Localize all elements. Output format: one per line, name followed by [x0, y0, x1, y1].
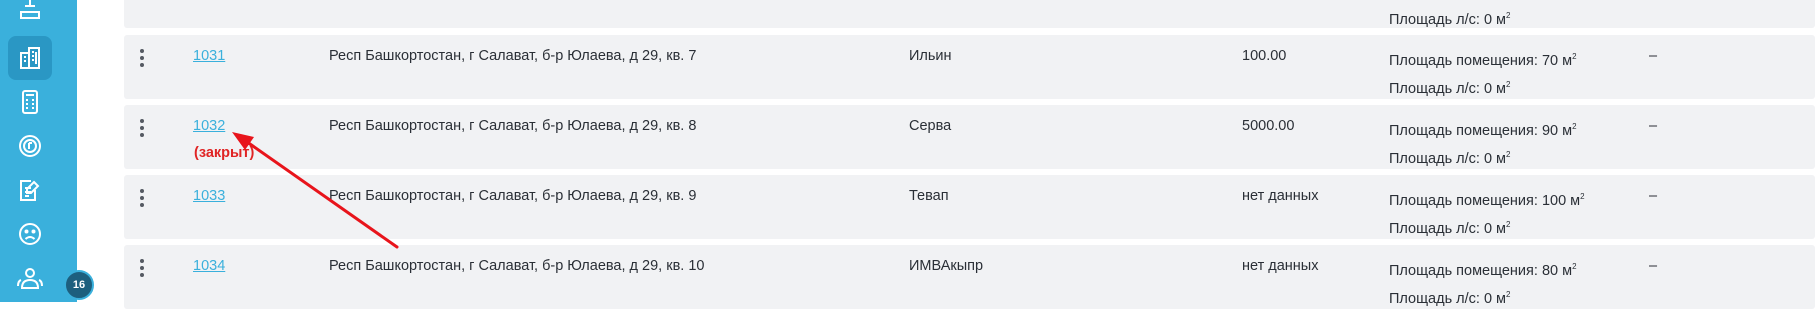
row-menu-icon[interactable]	[139, 49, 145, 67]
account-id-link[interactable]: 1033	[193, 188, 225, 205]
room-area-label: Площадь помещения: 90 м2	[1389, 122, 1577, 139]
note-value: –	[1649, 258, 1658, 274]
living-area-label: Площадь л/с: 0 м2	[1389, 150, 1511, 167]
address-text: Респ Башкортостан, г Салават, б-р Юлаева…	[329, 48, 697, 64]
account-id-link[interactable]: 1032	[193, 118, 225, 135]
row-menu-icon[interactable]	[139, 189, 145, 207]
amount-value: нет данных	[1242, 258, 1319, 274]
row-menu-icon[interactable]	[139, 119, 145, 137]
owner-name: Серва	[909, 118, 952, 134]
calculator-icon[interactable]	[8, 80, 52, 124]
address-text: Респ Башкортостан, г Салават, б-р Юлаева…	[329, 188, 697, 204]
living-area-label: Площадь л/с: 0 м2	[1389, 220, 1511, 237]
coin-icon[interactable]	[8, 124, 52, 168]
buildings-icon[interactable]	[8, 36, 52, 80]
amount-value: нет данных	[1242, 188, 1319, 204]
amount-value: 5000.00	[1242, 118, 1295, 134]
users-icon[interactable]	[8, 256, 52, 300]
note-value: –	[1649, 188, 1658, 204]
tray-icon[interactable]	[8, 0, 52, 32]
room-area-label: Площадь помещения: 70 м2	[1389, 52, 1577, 69]
account-id-link[interactable]: 1031	[193, 48, 225, 65]
living-area-label: Площадь л/с: 0 м2	[1389, 290, 1511, 307]
room-area-label: Площадь помещения: 100 м2	[1389, 192, 1585, 209]
account-id-link[interactable]: 1034	[193, 258, 225, 275]
address-text: Респ Башкортостан, г Салават, б-р Юлаева…	[329, 118, 697, 134]
amount-value: 100.00	[1242, 48, 1287, 64]
owner-name: Тевап	[909, 188, 949, 204]
living-area-label: Площадь л/с: 0 м2	[1389, 80, 1511, 97]
owner-name: Ильин	[909, 48, 952, 64]
table-row: Площадь л/с: 0 м2	[124, 0, 1815, 28]
table-row: 1032 (закрыт) Респ Башкортостан, г Салав…	[124, 105, 1815, 169]
edit-document-icon[interactable]	[8, 168, 52, 212]
sidebar: 16	[0, 0, 94, 302]
living-area-label: Площадь л/с: 0 м2	[1389, 11, 1511, 28]
room-area-label: Площадь помещения: 80 м2	[1389, 262, 1577, 279]
note-value: –	[1649, 48, 1658, 64]
table-row: 1034 Респ Башкортостан, г Салават, б-р Ю…	[124, 245, 1815, 309]
main-content: Площадь л/с: 0 м2 1031 Респ Башкортостан…	[77, 0, 1815, 309]
note-value: –	[1649, 118, 1658, 134]
owner-name: ИМВАкыпр	[909, 258, 984, 274]
sad-face-icon[interactable]	[8, 212, 52, 256]
table-row: 1033 Респ Башкортостан, г Салават, б-р Ю…	[124, 175, 1815, 239]
closed-status-label: (закрыт)	[194, 145, 255, 161]
row-menu-icon[interactable]	[139, 259, 145, 277]
address-text: Респ Башкортостан, г Салават, б-р Юлаева…	[329, 258, 705, 274]
table-row: 1031 Респ Башкортостан, г Салават, б-р Ю…	[124, 35, 1815, 99]
